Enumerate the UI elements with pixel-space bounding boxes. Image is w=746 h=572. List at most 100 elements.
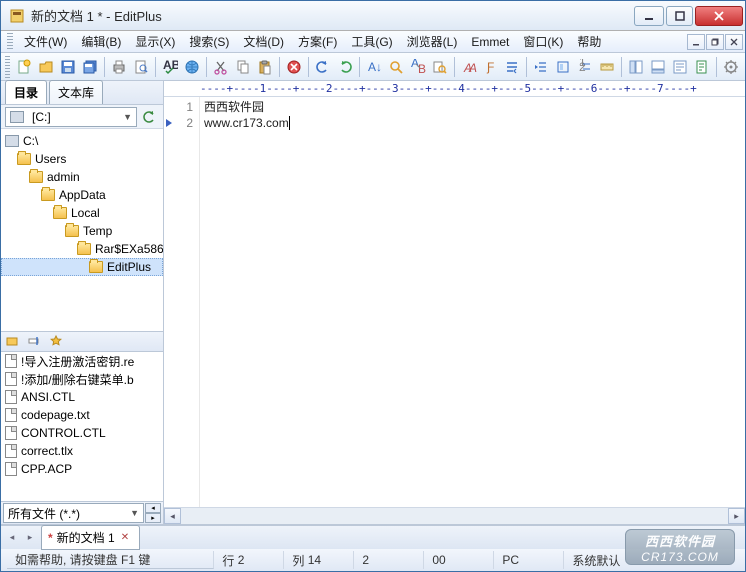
file-item[interactable]: CPP.ACP [1,460,163,478]
ruler: ----+----1----+----2----+----3----+----4… [164,81,745,97]
folder-icon [17,153,31,165]
file-filter-select[interactable]: 所有文件 (*.*) ▼ [3,503,144,523]
browser-button[interactable] [182,56,202,78]
scroll-left-button[interactable]: ◂ [164,508,181,524]
document-tab-active[interactable]: * 新的文档 1 ✕ [41,525,140,550]
titlebar: 新的文档 1 * - EditPlus [1,1,745,31]
toolbar: ABC A↓ AB AA Ƒ 12 [1,53,745,81]
file-icon [5,408,17,422]
cliptext-panel-button[interactable] [670,56,690,78]
menu-browser[interactable]: 浏览器(L) [400,31,465,52]
window-minimize-button[interactable] [634,6,664,26]
indent-button[interactable] [531,56,551,78]
file-item[interactable]: correct.tlx [1,442,163,460]
folder-icon [29,171,43,183]
scroll-right-button[interactable]: ▸ [728,508,745,524]
drive-select[interactable]: [C:] ▼ [5,107,137,127]
paste-button[interactable] [255,56,275,78]
replace-button[interactable]: AB [408,56,428,78]
tree-item[interactable]: C:\ [1,132,163,150]
cut-button[interactable] [211,56,231,78]
menu-search[interactable]: 搜索(S) [182,31,236,52]
menu-project[interactable]: 方案(F) [291,31,344,52]
document-template-button[interactable] [692,56,712,78]
menu-window[interactable]: 窗口(K) [516,31,570,52]
delete-button[interactable] [284,56,304,78]
doctab-prev-button[interactable]: ◂ [5,529,19,547]
folder-icon [89,261,103,273]
tree-item-label: admin [47,170,80,184]
print-button[interactable] [109,56,129,78]
new-folder-button[interactable] [5,334,21,350]
menu-emmet[interactable]: Emmet [464,33,516,51]
file-item[interactable]: !添加/删除右键菜单.b [1,370,163,388]
scroll-track[interactable] [181,508,728,524]
tree-item[interactable]: Rar$EXa5868 [1,240,163,258]
word-wrap-button[interactable] [502,56,522,78]
file-item-label: CPP.ACP [21,462,72,476]
tree-item[interactable]: EditPlus [1,258,163,276]
file-item[interactable]: codepage.txt [1,406,163,424]
mdi-close-button[interactable] [725,34,743,50]
folder-tree[interactable]: C:\Users admin AppDataLocalTempRar$EXa5868… [1,129,163,332]
filter-scroll[interactable]: ◂▸ [145,503,161,523]
menu-tools[interactable]: 工具(G) [344,31,399,52]
goto-button[interactable]: A↓ [364,56,384,78]
menu-view[interactable]: 显示(X) [128,31,182,52]
spell-check-button[interactable]: ABC [160,56,180,78]
mdi-restore-button[interactable] [706,34,724,50]
mdi-minimize-button[interactable] [687,34,705,50]
toolbar-grip[interactable] [5,56,10,78]
tree-item[interactable]: AppData [1,186,163,204]
file-icon [5,354,17,368]
menu-document[interactable]: 文档(D) [236,31,291,52]
file-item[interactable]: ANSI.CTL [1,388,163,406]
app-icon [9,8,25,24]
menubar-grip[interactable] [7,33,13,51]
menu-help[interactable]: 帮助 [570,31,608,52]
horizontal-scrollbar[interactable]: ◂ ▸ [164,507,745,524]
rename-button[interactable] [27,334,43,350]
tree-item[interactable]: admin [1,168,163,186]
favorites-button[interactable] [49,334,65,350]
svg-text:A: A [468,61,477,75]
find-button[interactable] [386,56,406,78]
find-in-files-button[interactable] [430,56,450,78]
directory-panel-button[interactable] [626,56,646,78]
refresh-drive-button[interactable] [139,107,159,127]
save-button[interactable] [58,56,78,78]
code-editor[interactable]: 西西软件园www.cr173.com [200,97,745,507]
window-maximize-button[interactable] [666,6,693,26]
preferences-button[interactable] [721,56,741,78]
tree-item[interactable]: Users [1,150,163,168]
chevron-down-icon: ▼ [123,112,132,122]
line-num-button[interactable]: 12 [575,56,595,78]
output-panel-button[interactable] [648,56,668,78]
font-italic-button[interactable]: AA [459,56,479,78]
undo-button[interactable] [313,56,333,78]
redo-button[interactable] [335,56,355,78]
ruler-button[interactable] [597,56,617,78]
menu-edit[interactable]: 编辑(B) [74,31,128,52]
close-tab-icon[interactable]: ✕ [121,532,129,543]
save-all-button[interactable] [80,56,100,78]
open-file-button[interactable] [36,56,56,78]
drive-icon [10,111,24,123]
tree-item[interactable]: Local [1,204,163,222]
print-preview-button[interactable] [131,56,151,78]
tree-item[interactable]: Temp [1,222,163,240]
new-file-button[interactable] [14,56,34,78]
sidebar-tab-directory[interactable]: 目录 [5,80,47,104]
window-close-button[interactable] [695,6,743,26]
chevron-down-icon: ▼ [130,508,139,518]
column-sel-button[interactable] [553,56,573,78]
doctab-next-button[interactable]: ▸ [23,529,37,547]
font-size-button[interactable]: Ƒ [481,56,501,78]
sidebar-tab-cliptext[interactable]: 文本库 [49,80,103,104]
menu-file[interactable]: 文件(W) [17,31,74,52]
file-item[interactable]: CONTROL.CTL [1,424,163,442]
copy-button[interactable] [233,56,253,78]
file-item[interactable]: !导入注册激活密钥.re [1,352,163,370]
file-list[interactable]: !导入注册激活密钥.re!添加/删除右键菜单.bANSI.CTLcodepage… [1,352,163,502]
watermark: 西西软件园 CR173.COM [625,529,735,565]
